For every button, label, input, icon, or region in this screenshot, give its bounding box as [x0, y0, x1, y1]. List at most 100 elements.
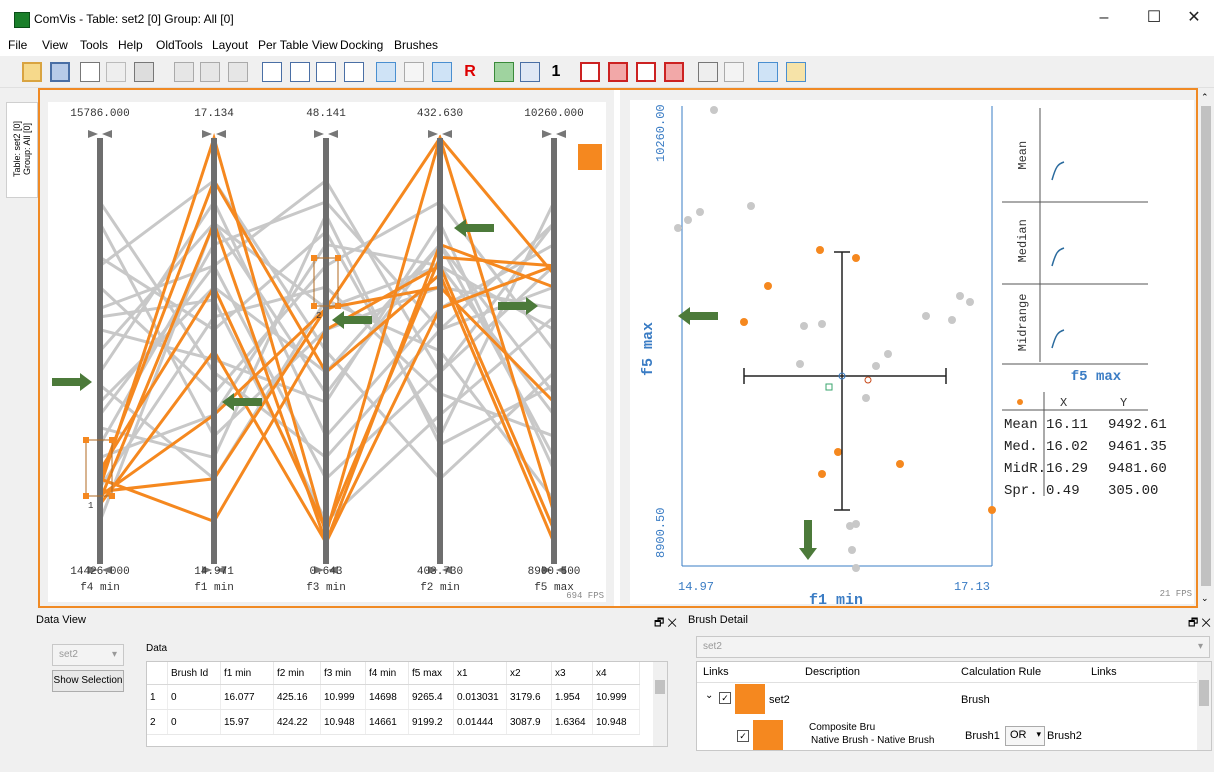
scatter-point[interactable]	[696, 208, 704, 216]
vertical-scrollbar[interactable]: ⌃ ⌄	[1198, 88, 1214, 608]
grid-3x3-icon[interactable]	[344, 62, 364, 82]
pen-icon[interactable]	[786, 62, 806, 82]
scatter-point[interactable]	[674, 224, 682, 232]
split-vertical-icon[interactable]	[290, 62, 310, 82]
axis-top-handle[interactable]	[442, 130, 452, 138]
brush-handle[interactable]	[335, 255, 341, 261]
axis-top-handle[interactable]	[328, 130, 338, 138]
brush-handle[interactable]	[311, 303, 317, 309]
axis-top-handle[interactable]	[202, 130, 212, 138]
menu-per-table-view[interactable]: Per Table View	[258, 38, 338, 52]
scatter-point[interactable]	[684, 216, 692, 224]
scatter-point-brushed[interactable]	[896, 460, 904, 468]
scatter-point[interactable]	[966, 298, 974, 306]
scroll-thumb[interactable]	[655, 680, 665, 694]
scatter-point-brushed[interactable]	[988, 506, 996, 514]
layout-c-icon[interactable]	[228, 62, 248, 82]
scatter-point[interactable]	[848, 546, 856, 554]
brush-handle[interactable]	[109, 493, 115, 499]
tool-b-icon[interactable]	[724, 62, 744, 82]
grid-2x2-icon[interactable]	[316, 62, 336, 82]
minimize-button[interactable]: –	[1084, 8, 1124, 30]
brush-color-indicator[interactable]	[578, 144, 602, 170]
close-button[interactable]: ✕	[1174, 8, 1214, 30]
brush-detail-scrollbar[interactable]	[1197, 662, 1211, 750]
scatter-point[interactable]	[956, 292, 964, 300]
axis-top-handle[interactable]	[102, 130, 112, 138]
column-header[interactable]: x3	[551, 662, 593, 685]
parallel-coordinates-plot[interactable]: 15786.000 14426.000 f4 min 17.134 14.971 f1 m…	[48, 102, 606, 602]
scatter-point[interactable]	[852, 520, 860, 528]
brush-handle[interactable]	[109, 437, 115, 443]
list-icon[interactable]	[404, 62, 424, 82]
column-header[interactable]: Links	[703, 666, 729, 678]
menu-layout[interactable]: Layout	[212, 38, 248, 52]
brush-xor-icon[interactable]	[664, 62, 684, 82]
menu-help[interactable]: Help	[118, 38, 143, 52]
brush-copy-icon[interactable]	[520, 62, 540, 82]
menu-docking[interactable]: Docking	[340, 38, 383, 52]
scatter-point[interactable]	[710, 106, 718, 114]
data-view-table-select[interactable]: set2 ▾	[52, 644, 124, 666]
column-header[interactable]: Links	[1091, 666, 1117, 678]
brush-checkbox[interactable]: ✓	[719, 692, 731, 704]
tool-c-icon[interactable]	[758, 62, 778, 82]
column-header[interactable]: Brush Id	[167, 662, 221, 685]
table-icon[interactable]	[106, 62, 126, 82]
data-table-scrollbar[interactable]	[653, 662, 667, 746]
scatter-point[interactable]	[796, 360, 804, 368]
parallel-coordinates-view[interactable]: 15786.000 14426.000 f4 min 17.134 14.971 f1 m…	[40, 90, 614, 606]
axis-f3-min[interactable]	[323, 138, 329, 564]
new-view-icon[interactable]	[80, 62, 100, 82]
brush-or-icon[interactable]	[580, 62, 600, 82]
scatter-point-brushed[interactable]	[834, 448, 842, 456]
menu-file[interactable]: File	[8, 38, 27, 52]
scatterplot-view[interactable]: 10260.00 8900.50 f5 max 14.97 17.13 f1 min Mea…	[620, 90, 1196, 606]
column-header[interactable]: f1 min	[220, 662, 274, 685]
scatter-point[interactable]	[862, 394, 870, 402]
column-header[interactable]: f4 min	[365, 662, 409, 685]
parallel-coordinates-canvas[interactable]: 15786.000 14426.000 f4 min 17.134 14.971 f1 m…	[48, 102, 606, 602]
axis-top-handle[interactable]	[216, 130, 226, 138]
axis-top-handle[interactable]	[88, 130, 98, 138]
brush-and-icon[interactable]	[608, 62, 628, 82]
axis-top-handle[interactable]	[428, 130, 438, 138]
chevron-down-icon[interactable]: ⌄	[705, 690, 713, 701]
scatter-point[interactable]	[800, 322, 808, 330]
scatter-point-brushed[interactable]	[852, 254, 860, 262]
scatter-point[interactable]	[884, 350, 892, 358]
brush-add-icon[interactable]	[494, 62, 514, 82]
column-header[interactable]	[147, 662, 168, 685]
column-header[interactable]: x4	[592, 662, 640, 685]
table-row[interactable]: 2 0 15.97 424.22 10.948 14661 9199.2 0.0…	[147, 709, 640, 735]
scatterplot-plot[interactable]: 10260.00 8900.50 f5 max 14.97 17.13 f1 min Mea…	[630, 100, 1194, 604]
tool-a-icon[interactable]	[698, 62, 718, 82]
data-table[interactable]: Brush Id f1 min f2 min f3 min f4 min f5 …	[146, 661, 668, 747]
scatter-point-brushed[interactable]	[740, 318, 748, 326]
brush-color-swatch[interactable]	[753, 720, 783, 750]
brush-sub-icon[interactable]	[636, 62, 656, 82]
brush-handle[interactable]	[335, 303, 341, 309]
scatterplot-canvas[interactable]: 10260.00 8900.50 f5 max 14.97 17.13 f1 min Mea…	[630, 100, 1194, 604]
maximize-button[interactable]: ☐	[1134, 8, 1174, 30]
brush-handle[interactable]	[83, 437, 89, 443]
axis-f2-min[interactable]	[437, 138, 443, 564]
scroll-up-icon[interactable]: ⌃	[1201, 92, 1209, 103]
table-row[interactable]: 1 0 16.077 425.16 10.999 14698 9265.4 0.…	[147, 684, 640, 710]
scroll-down-icon[interactable]: ⌄	[1201, 593, 1209, 604]
menu-oldtools[interactable]: OldTools	[156, 38, 203, 52]
layout-a-icon[interactable]	[174, 62, 194, 82]
column-header[interactable]: x2	[506, 662, 552, 685]
column-header[interactable]: Description	[805, 666, 860, 678]
side-tab-table[interactable]: Table: set2 [0] Group: All [0]	[6, 102, 38, 198]
open-icon[interactable]	[22, 62, 42, 82]
brush-detail-tree[interactable]: Links Description Calculation Rule Links…	[696, 661, 1212, 751]
scatter-point[interactable]	[852, 564, 860, 572]
disk-icon[interactable]	[134, 62, 154, 82]
save-icon[interactable]	[50, 62, 70, 82]
menu-view[interactable]: View	[42, 38, 68, 52]
scatter-point[interactable]	[948, 316, 956, 324]
brush-checkbox[interactable]: ✓	[737, 730, 749, 742]
data-icon[interactable]	[432, 62, 452, 82]
scatter-point-brushed[interactable]	[818, 470, 826, 478]
